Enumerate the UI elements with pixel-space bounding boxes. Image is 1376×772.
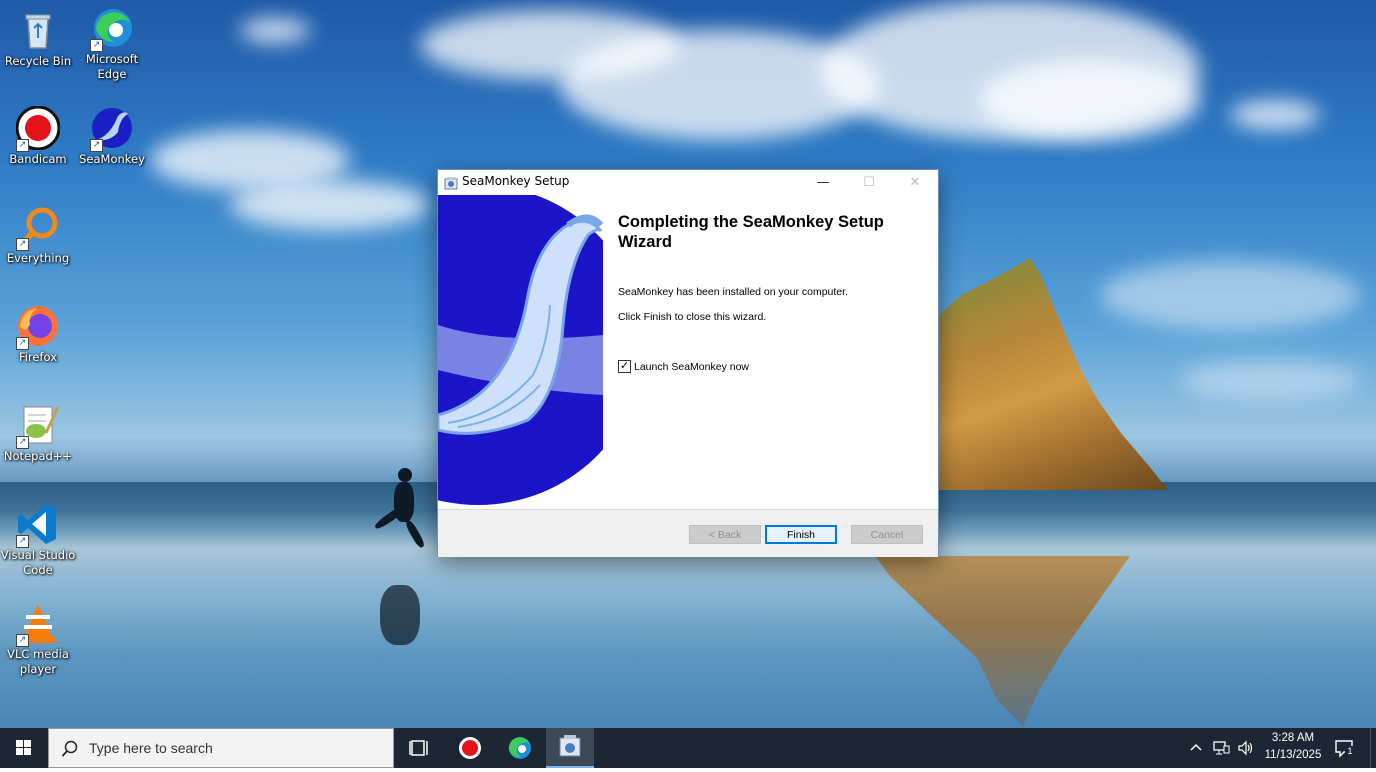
firefox-icon: ↗ [16, 304, 60, 350]
show-desktop-button[interactable] [1370, 728, 1376, 768]
cloud [240, 18, 310, 43]
taskbar-edge[interactable] [496, 728, 544, 768]
vscode-icon: ↗ [16, 502, 60, 548]
runner-reflection [380, 585, 420, 645]
back-button[interactable]: < Back [689, 525, 761, 544]
network-icon[interactable] [1212, 740, 1230, 756]
shortcut-arrow-icon: ↗ [16, 535, 29, 548]
runner-head [398, 468, 412, 482]
cloud [1230, 100, 1320, 130]
taskbar: Type here to search 3:28 AM 11/13/2025 1 [0, 728, 1376, 768]
shortcut-arrow-icon: ↗ [90, 139, 103, 152]
close-button[interactable]: ✕ [892, 170, 938, 195]
cloud [1100, 260, 1360, 330]
bandicam-icon [459, 737, 481, 759]
search-placeholder: Type here to search [89, 740, 213, 756]
cloud [1180, 360, 1360, 400]
edge-icon [508, 737, 531, 759]
desktop-icon-recycle-bin[interactable]: Recycle Bin [0, 8, 76, 69]
launch-checkbox[interactable]: ✓ Launch SeaMonkey now [618, 360, 749, 373]
desktop-icon-label: Bandicam [9, 152, 67, 166]
seamonkey-setup-icon [559, 735, 581, 757]
bandicam-icon: ↗ [15, 105, 61, 152]
volume-icon[interactable] [1237, 740, 1255, 756]
notification-count-badge: 1 [1345, 746, 1355, 756]
minimize-button[interactable]: — [800, 170, 846, 195]
shortcut-arrow-icon: ↗ [16, 139, 29, 152]
desktop-icon-seamonkey[interactable]: ↗ SeaMonkey [74, 106, 150, 167]
windows-logo-icon [16, 740, 31, 755]
finish-button[interactable]: Finish [765, 525, 837, 544]
wizard-content: Completing the SeaMonkey Setup Wizard Se… [618, 195, 928, 509]
shortcut-arrow-icon: ↗ [16, 337, 29, 350]
notification-center-button[interactable]: 1 [1334, 738, 1355, 758]
shortcut-arrow-icon: ↗ [16, 238, 29, 251]
cancel-button[interactable]: Cancel [851, 525, 923, 544]
desktop-icon-everything[interactable]: ↗ Everything [0, 205, 76, 266]
recycle-bin-icon [16, 8, 60, 52]
notepadpp-icon: ↗ [16, 403, 60, 449]
task-view-icon [409, 740, 428, 756]
installed-message: SeaMonkey has been installed on your com… [618, 286, 848, 298]
vlc-icon: ↗ [16, 601, 60, 647]
everything-icon: ↗ [16, 205, 60, 251]
clock-date[interactable]: 11/13/2025 [1258, 749, 1328, 761]
desktop-icon-label: Recycle Bin [4, 54, 72, 68]
clock-time[interactable]: 3:28 AM [1258, 732, 1328, 744]
setup-window: SeaMonkey Setup — ☐ ✕ Completing the Sea… [437, 169, 939, 557]
wizard-heading: Completing the SeaMonkey Setup Wizard [618, 213, 884, 251]
task-view-button[interactable] [396, 728, 444, 768]
taskbar-bandicam[interactable] [446, 728, 494, 768]
edge-icon: ↗ [90, 6, 134, 52]
seamonkey-logo-icon [438, 195, 603, 509]
desktop-icon-label: Firefox [18, 350, 58, 364]
shortcut-arrow-icon: ↗ [16, 634, 29, 647]
cloud [230, 180, 430, 230]
chevron-up-icon[interactable] [1188, 740, 1204, 756]
cloud [980, 60, 1200, 140]
desktop-icon-notepadpp[interactable]: ↗ Notepad++ [0, 403, 76, 464]
launch-checkbox-label: Launch SeaMonkey now [634, 360, 749, 373]
desktop-icon-bandicam[interactable]: ↗ Bandicam [0, 105, 76, 167]
desktop-icon-label: Microsoft Edge [85, 52, 139, 81]
search-icon [61, 740, 78, 757]
desktop-icon-label: Everything [6, 251, 70, 265]
checkbox-checked-icon[interactable]: ✓ [618, 360, 631, 373]
desktop-icon-label: Visual Studio Code [0, 548, 76, 577]
shortcut-arrow-icon: ↗ [90, 39, 103, 52]
desktop-icon-firefox[interactable]: ↗ Firefox [0, 304, 76, 365]
taskbar-search-box[interactable]: Type here to search [48, 728, 394, 768]
close-instruction: Click Finish to close this wizard. [618, 311, 767, 323]
wizard-banner [438, 195, 603, 509]
shortcut-arrow-icon: ↗ [16, 436, 29, 449]
maximize-button[interactable]: ☐ [846, 170, 892, 195]
desktop-icon-label: SeaMonkey [79, 152, 145, 166]
desktop-icon-edge[interactable]: ↗ Microsoft Edge [74, 6, 150, 82]
desktop-icon-label: VLC media player [7, 647, 69, 676]
desktop-icon-label: Notepad++ [3, 449, 73, 463]
seamonkey-icon: ↗ [90, 106, 134, 152]
desktop-icon-vscode[interactable]: ↗ Visual Studio Code [0, 502, 76, 578]
title-bar[interactable]: SeaMonkey Setup — ☐ ✕ [438, 170, 938, 195]
start-button[interactable] [0, 728, 48, 768]
desktop-icon-vlc[interactable]: ↗ VLC media player [0, 601, 76, 677]
wizard-footer: < Back Finish Cancel [438, 509, 938, 557]
window-title: SeaMonkey Setup [462, 174, 570, 188]
taskbar-seamonkey-setup[interactable] [546, 728, 594, 768]
seamonkey-setup-icon [444, 175, 458, 190]
beach [0, 548, 1376, 728]
